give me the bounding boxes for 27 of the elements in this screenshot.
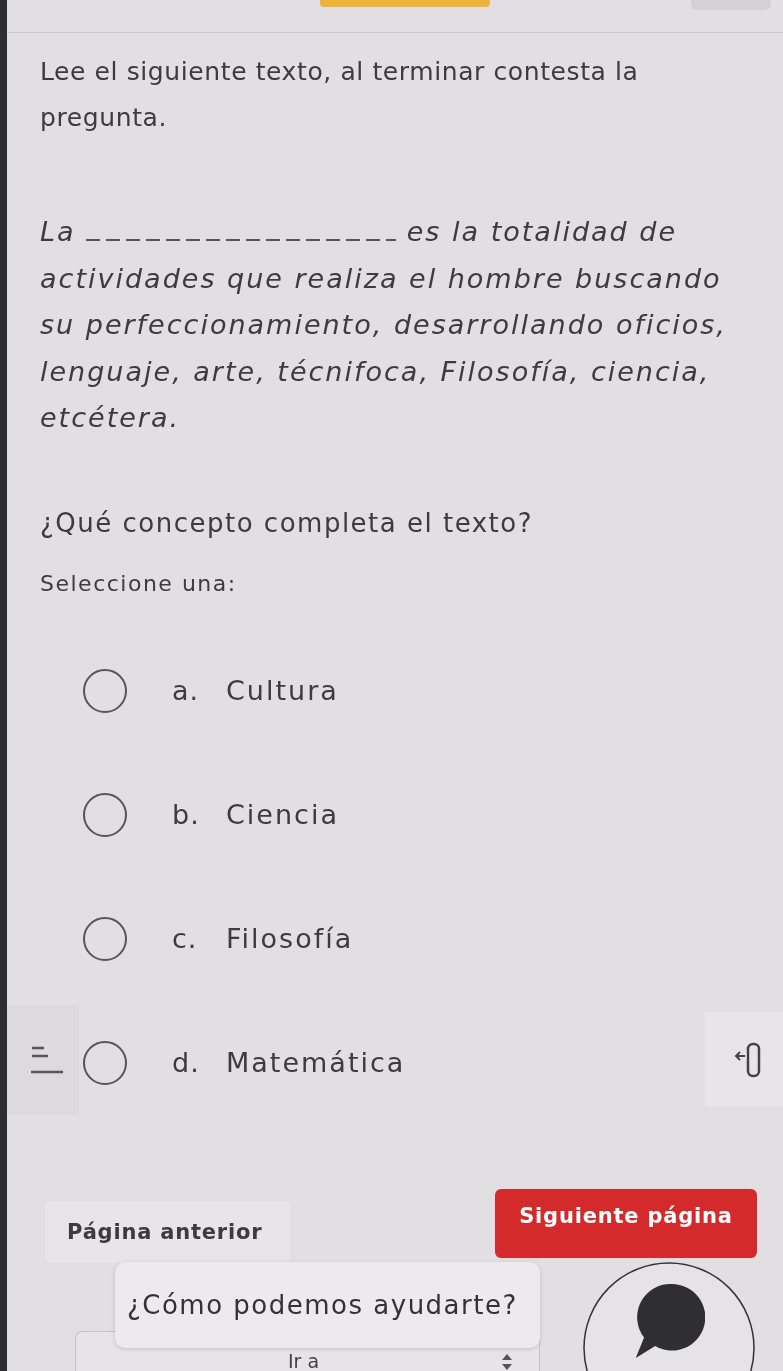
- arrow-into-box-icon: [733, 1041, 761, 1078]
- speech-bubble-icon: [633, 1282, 705, 1360]
- option-letter: d.: [172, 1047, 201, 1078]
- prompt-text: Seleccione una:: [40, 569, 238, 598]
- chat-tooltip[interactable]: ¿Cómo podemos ayudarte?: [115, 1262, 540, 1348]
- instruction-text: Lee el siguiente texto, al terminar contesta la pregunta.: [40, 56, 640, 134]
- up-down-arrows-icon: [501, 1353, 513, 1370]
- next-page-button[interactable]: Siguiente página: [495, 1188, 757, 1258]
- radio-button[interactable]: [83, 668, 127, 713]
- drawer-toggle-button[interactable]: [7, 1005, 79, 1115]
- radio-button[interactable]: [83, 916, 127, 961]
- option-text[interactable]: Filosofía: [226, 923, 354, 954]
- radio-button[interactable]: [83, 1040, 127, 1085]
- passage-text: La es la totalidad de actividades que realiza el hombre buscando su perfeccionamiento, desarrollando oficios, lenguaje, arte, técnifoca, Filosofía, ciencia, etcétera.: [40, 215, 728, 435]
- option-letter: c.: [172, 923, 199, 954]
- question-text: ¿Qué concepto completa el texto?: [40, 506, 534, 540]
- previous-page-button[interactable]: Página anterior: [45, 1200, 290, 1263]
- chat-launcher-button[interactable]: [583, 1262, 755, 1371]
- radio-button[interactable]: [83, 792, 127, 837]
- option-letter: a.: [172, 675, 201, 706]
- chat-prompt-text: ¿Cómo podemos ayudarte?: [127, 1290, 518, 1320]
- option-text[interactable]: Ciencia: [226, 799, 339, 830]
- menu-icon: [30, 1045, 64, 1075]
- option-letter: b.: [172, 799, 201, 830]
- side-panel-button[interactable]: [705, 1012, 783, 1107]
- option-text[interactable]: Cultura: [226, 675, 339, 706]
- option-text[interactable]: Matemática: [226, 1047, 406, 1078]
